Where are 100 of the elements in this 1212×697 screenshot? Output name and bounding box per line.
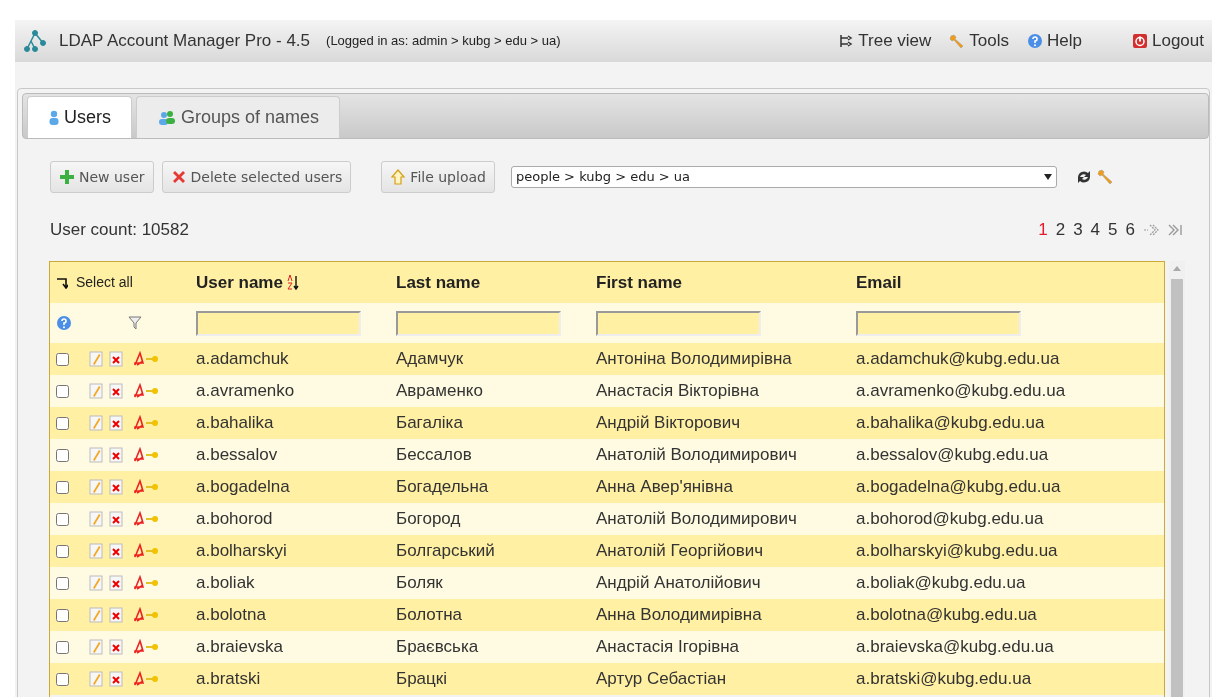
delete-button[interactable] bbox=[109, 383, 123, 399]
column-header[interactable]: Last name bbox=[396, 269, 481, 296]
delete-button[interactable] bbox=[109, 447, 123, 463]
pdf-button[interactable] bbox=[133, 479, 159, 495]
delete-button[interactable] bbox=[109, 607, 123, 623]
table-cell-text: a.bogadelna bbox=[196, 476, 291, 499]
delete-button[interactable] bbox=[109, 415, 123, 431]
table-cell-text: Болгарський bbox=[396, 540, 496, 563]
delete-button[interactable] bbox=[109, 543, 123, 559]
pdf-button[interactable] bbox=[133, 575, 159, 591]
page-link[interactable]: 2 bbox=[1055, 217, 1066, 243]
delete-icon bbox=[109, 447, 123, 463]
select-all-link[interactable]: Select all bbox=[76, 272, 133, 293]
pdf-key-icon bbox=[133, 351, 159, 367]
table-cell-text: a.bogadelna@kubg.edu.ua bbox=[856, 476, 1062, 499]
row-checkbox[interactable] bbox=[56, 352, 69, 366]
row-checkbox[interactable] bbox=[56, 512, 69, 526]
edit-icon bbox=[89, 415, 103, 431]
page-link[interactable]: 3 bbox=[1073, 217, 1083, 243]
table-cell-text: a.avramenko@kubg.edu.ua bbox=[856, 380, 1067, 403]
pdf-button[interactable] bbox=[133, 607, 159, 623]
pdf-button[interactable] bbox=[133, 639, 159, 655]
column-header[interactable]: Email bbox=[856, 269, 902, 296]
filter-field[interactable] bbox=[596, 310, 761, 336]
group-icon bbox=[157, 109, 177, 126]
caret-icon bbox=[1043, 173, 1052, 181]
column-header[interactable]: First name bbox=[596, 269, 682, 296]
header-link[interactable]: Logout bbox=[1132, 28, 1204, 54]
delete-icon bbox=[109, 671, 123, 687]
pdf-button[interactable] bbox=[133, 351, 159, 367]
delete-button[interactable] bbox=[109, 479, 123, 495]
row-checkbox[interactable] bbox=[56, 480, 69, 494]
delete-button[interactable] bbox=[109, 575, 123, 591]
user-count: User count: 10582 bbox=[50, 219, 189, 242]
page-link[interactable]: 4 bbox=[1090, 217, 1101, 243]
filter-field[interactable] bbox=[856, 310, 1021, 336]
row-checkbox[interactable] bbox=[56, 576, 69, 590]
pdf-key-icon bbox=[133, 511, 159, 527]
table-cell-text: a.boliak bbox=[196, 572, 256, 595]
pdf-button[interactable] bbox=[133, 543, 159, 559]
pdf-key-icon bbox=[133, 447, 159, 463]
header-link[interactable]: Tools bbox=[949, 28, 1010, 54]
table-cell-text: Богадельна bbox=[396, 476, 490, 499]
delete-button[interactable] bbox=[109, 511, 123, 527]
pdf-button[interactable] bbox=[133, 415, 159, 431]
filter-field[interactable] bbox=[396, 310, 561, 336]
row-checkbox[interactable] bbox=[56, 448, 69, 462]
table-cell-text: Анатолій Георгійович bbox=[596, 540, 765, 563]
pdf-key-icon bbox=[133, 479, 159, 495]
login-info: (Logged in as: admin > kubg > edu > ua) bbox=[326, 32, 561, 51]
pdf-key-icon bbox=[133, 543, 159, 559]
scrollbar-thumb[interactable] bbox=[1171, 279, 1183, 697]
help-icon bbox=[56, 315, 72, 331]
table-cell-text: a.adamchuk@kubg.edu.ua bbox=[856, 348, 1061, 371]
header-link[interactable]: Help bbox=[1027, 28, 1082, 54]
row-checkbox[interactable] bbox=[56, 416, 69, 430]
pdf-button[interactable] bbox=[133, 383, 159, 399]
table-cell-text: Бессалов bbox=[396, 444, 473, 467]
table-cell-text: a.braievska@kubg.edu.ua bbox=[856, 636, 1055, 659]
delete-icon bbox=[109, 479, 123, 495]
delete-button[interactable] bbox=[109, 671, 123, 687]
delete-button[interactable] bbox=[109, 639, 123, 655]
suffix-dropdown[interactable]: people > kubg > edu > ua bbox=[510, 166, 1057, 188]
toolbar-button[interactable]: Delete selected users bbox=[161, 161, 352, 193]
edit-icon bbox=[89, 575, 103, 591]
tab[interactable]: Groups of names bbox=[136, 96, 341, 138]
page-link[interactable]: 6 bbox=[1125, 217, 1135, 243]
row-checkbox[interactable] bbox=[56, 608, 69, 622]
wrench-icon bbox=[949, 33, 966, 49]
pdf-button[interactable] bbox=[133, 447, 159, 463]
row-checkbox[interactable] bbox=[56, 672, 69, 686]
row-checkbox[interactable] bbox=[56, 544, 69, 558]
page-link[interactable]: 1 bbox=[1038, 217, 1048, 243]
pdf-key-icon bbox=[133, 671, 159, 687]
header-link[interactable]: Tree view bbox=[838, 28, 932, 54]
table-cell-text: Артур Себастіан bbox=[596, 668, 728, 691]
table-cell-text: a.bolharskyi@kubg.edu.ua bbox=[856, 540, 1059, 563]
delete-icon bbox=[109, 383, 123, 399]
tab[interactable]: Users bbox=[27, 96, 132, 138]
pdf-button[interactable] bbox=[133, 511, 159, 527]
table-cell-text: a.bolotna@kubg.edu.ua bbox=[856, 604, 1038, 627]
table-cell-text: Анастасія Ігорівна bbox=[596, 636, 741, 659]
toolbar-button[interactable]: File upload bbox=[381, 161, 495, 193]
column-header[interactable]: User name bbox=[196, 269, 283, 296]
pdf-button[interactable] bbox=[133, 671, 159, 687]
table-cell-text: Андрій Анатолійович bbox=[596, 572, 762, 595]
page-link[interactable]: 5 bbox=[1108, 217, 1118, 243]
delete-icon bbox=[109, 575, 123, 591]
edit-icon bbox=[89, 479, 103, 495]
edit-icon bbox=[89, 607, 103, 623]
row-checkbox[interactable] bbox=[56, 640, 69, 654]
toolbar-button[interactable]: New user bbox=[50, 161, 154, 193]
edit-icon bbox=[89, 543, 103, 559]
pdf-key-icon bbox=[133, 639, 159, 655]
edit-icon bbox=[89, 383, 103, 399]
delete-button[interactable] bbox=[109, 351, 123, 367]
arrow-down-left-icon bbox=[56, 276, 68, 289]
table-cell-text: a.adamchuk bbox=[196, 348, 290, 371]
row-checkbox[interactable] bbox=[56, 384, 69, 398]
filter-field[interactable] bbox=[196, 310, 361, 336]
